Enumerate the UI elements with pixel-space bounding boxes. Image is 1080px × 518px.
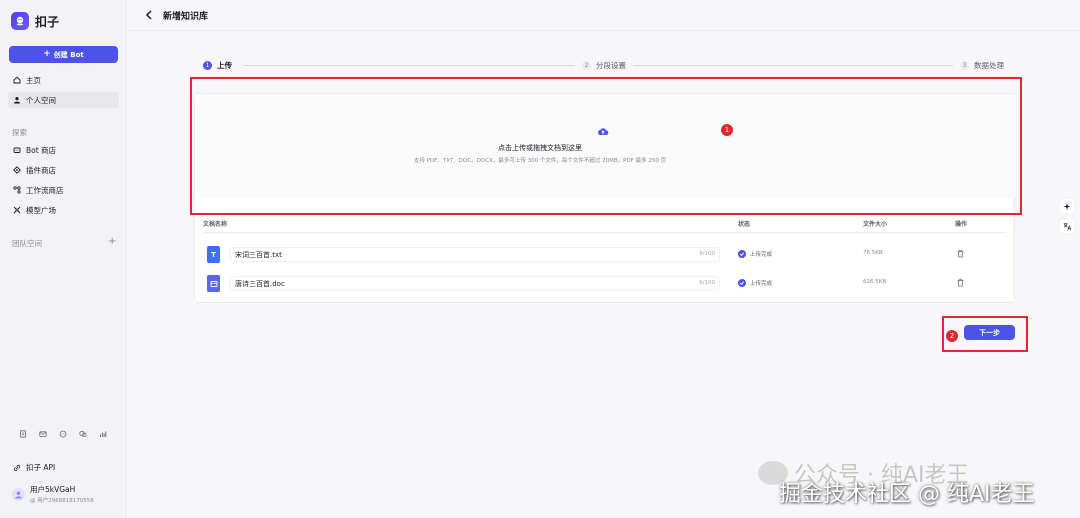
- annotation-badge-2: 2: [946, 330, 958, 342]
- document-name-input[interactable]: 宋词三百首.txt 9/100: [230, 247, 720, 262]
- status-badge: 上传完成: [738, 250, 772, 258]
- char-count: 9/100: [699, 251, 715, 257]
- person-icon: [12, 96, 21, 105]
- sidebar-item-label: 主页: [26, 75, 41, 85]
- step-connector: [243, 65, 575, 66]
- status-text: 上传完成: [750, 281, 773, 287]
- team-space-label: 团队空间: [12, 239, 42, 248]
- column-header-action: 操作: [955, 221, 968, 228]
- create-bot-button[interactable]: + 创建 Bot: [9, 46, 118, 63]
- sidebar-bottom-icons: [18, 429, 107, 438]
- mail-icon[interactable]: [38, 429, 47, 438]
- back-arrow-icon[interactable]: [144, 9, 154, 21]
- sidebar-item-label: 插件商店: [26, 165, 56, 175]
- model-icon: [12, 206, 21, 215]
- sidebar-item-home[interactable]: 主页: [8, 72, 119, 88]
- avatar: [12, 487, 25, 501]
- txt-file-icon: T: [207, 246, 220, 263]
- page-title: 新增知识库: [163, 12, 209, 22]
- sidebar-item-personal-space[interactable]: 个人空间: [8, 92, 119, 108]
- document-name: 唐诗三百首.doc: [235, 279, 285, 288]
- step-label: 上传: [217, 61, 232, 70]
- step-label: 数据处理: [974, 61, 1004, 70]
- app-logo-icon: [11, 12, 29, 30]
- page-header: 新增知识库: [128, 0, 1080, 31]
- sidebar-item-label: 个人空间: [26, 95, 56, 105]
- status-badge: 上传完成: [738, 279, 772, 287]
- step-number: 2: [582, 61, 591, 70]
- chart-icon[interactable]: [98, 429, 107, 438]
- doc-file-icon: [207, 275, 220, 292]
- column-header-size: 文件大小: [863, 221, 888, 228]
- column-header-name: 文档名称: [203, 221, 228, 228]
- home-icon: [12, 76, 21, 85]
- sidebar-item-workflow-store[interactable]: 工作流商店: [8, 182, 119, 198]
- check-icon: [738, 279, 746, 287]
- check-icon: [738, 250, 746, 258]
- document-name: 宋词三百首.txt: [235, 250, 282, 259]
- annotation-badge-1: 1: [721, 124, 733, 136]
- trash-icon[interactable]: [956, 249, 965, 258]
- status-text: 上传完成: [750, 252, 773, 258]
- api-link[interactable]: 扣子 API: [12, 462, 55, 473]
- discord-icon[interactable]: [58, 429, 67, 438]
- sidebar-item-label: 工作流商店: [26, 185, 64, 195]
- plugin-icon: [12, 166, 21, 175]
- step-upload: 1 上传: [203, 60, 232, 71]
- table-row: 唐诗三百首.doc 9/100 上传完成 626.5KB: [203, 273, 1006, 297]
- step-data-processing: 3 数据处理: [960, 60, 1004, 71]
- workflow-icon: [12, 186, 21, 195]
- add-team-icon[interactable]: +: [108, 236, 116, 247]
- file-size: 626.5KB: [863, 279, 887, 285]
- brand[interactable]: 扣子: [11, 12, 59, 30]
- link-icon: [12, 463, 21, 472]
- explore-section-label: 探索: [12, 128, 27, 137]
- sidebar-item-plugin-store[interactable]: 插件商店: [8, 162, 119, 178]
- file-size: 76.5KB: [863, 250, 883, 256]
- step-number: 3: [960, 61, 969, 70]
- document-name-input[interactable]: 唐诗三百首.doc 9/100: [230, 276, 720, 291]
- sidebar: 扣子 + 创建 Bot 主页 个人空间 探索 Bot 商店 插件商店 工作流商店…: [0, 0, 127, 518]
- wechat-icon[interactable]: [78, 429, 87, 438]
- annotation-box-upload: [190, 77, 1022, 215]
- char-count: 9/100: [699, 280, 715, 286]
- table-row: T 宋词三百首.txt 9/100 上传完成 76.5KB: [203, 244, 1006, 268]
- user-name: 用户5kVGaH: [30, 485, 76, 494]
- step-label: 分段设置: [596, 61, 626, 70]
- column-header-status: 状态: [738, 221, 751, 228]
- app-name: 扣子: [35, 14, 60, 29]
- step-number: 1: [203, 61, 212, 70]
- translate-icon[interactable]: [1060, 219, 1074, 233]
- api-link-label: 扣子 API: [26, 463, 56, 472]
- user-profile[interactable]: 用户5kVGaH @ 用户2968818170558: [12, 484, 94, 504]
- user-id: @ 用户2968818170558: [30, 498, 94, 504]
- watermark-line-2: 掘金技术社区 @ 纯AI老王: [779, 482, 1035, 507]
- plus-icon: +: [43, 49, 51, 59]
- step-segment-settings: 2 分段设置: [582, 60, 626, 71]
- doc-icon[interactable]: [18, 429, 27, 438]
- sidebar-item-label: 模型广场: [26, 205, 56, 215]
- create-bot-label: 创建 Bot: [53, 50, 84, 59]
- step-connector: [633, 65, 953, 66]
- trash-icon[interactable]: [956, 278, 965, 287]
- table-divider: [203, 232, 1006, 233]
- ai-sparkle-icon[interactable]: [1060, 199, 1074, 213]
- sidebar-item-model-square[interactable]: 模型广场: [8, 202, 119, 218]
